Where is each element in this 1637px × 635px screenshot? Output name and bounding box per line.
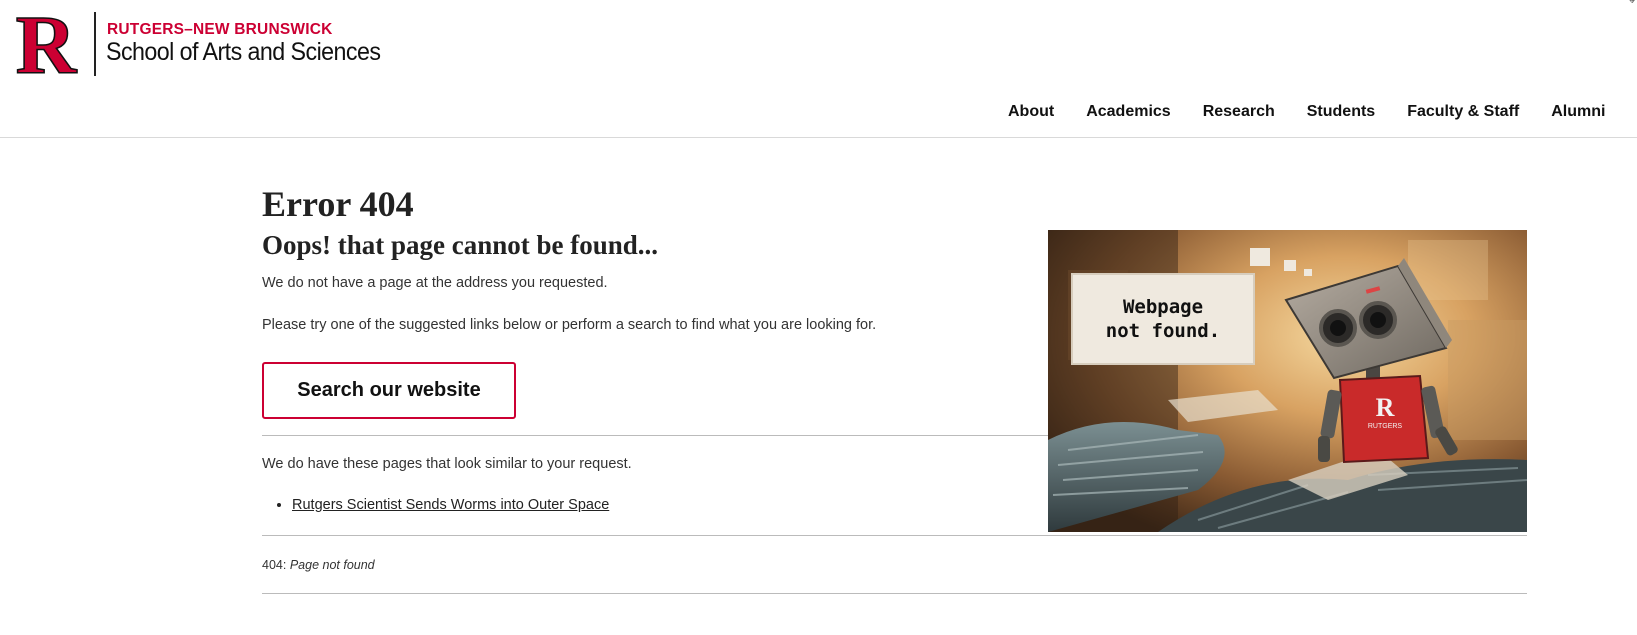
corner-icon: ⌖ bbox=[1629, 0, 1635, 7]
main-nav: About Academics Research Students Faculty & … bbox=[1008, 103, 1637, 121]
search-website-button[interactable]: Search our website bbox=[262, 362, 516, 419]
nav-item-academics[interactable]: Academics bbox=[1086, 103, 1171, 121]
rutgers-r-logo[interactable]: R bbox=[8, 9, 84, 77]
list-item: Rutgers Scientist Sends Worms into Outer… bbox=[292, 497, 609, 513]
nav-item-research[interactable]: Research bbox=[1203, 103, 1275, 121]
divider bbox=[262, 593, 1527, 594]
nav-item-students[interactable]: Students bbox=[1307, 103, 1375, 121]
logo-letter: R bbox=[16, 9, 78, 77]
nav-item-alumni[interactable]: Alumni bbox=[1551, 103, 1605, 121]
page-subtitle: Oops! that page cannot be found... bbox=[262, 230, 659, 260]
shirt-logo-letter: R bbox=[1376, 393, 1395, 422]
similar-intro-text: We do have these pages that look similar… bbox=[262, 456, 632, 472]
divider bbox=[262, 535, 1527, 536]
divider bbox=[262, 435, 1048, 436]
robot-illustration: Webpage not found. R RUTGERS bbox=[1048, 230, 1527, 532]
similar-page-link[interactable]: Rutgers Scientist Sends Worms into Outer… bbox=[292, 497, 609, 513]
bubble-line-2: not found. bbox=[1106, 320, 1220, 342]
suggestion-text: Please try one of the suggested links be… bbox=[262, 317, 877, 333]
similar-pages-list: Rutgers Scientist Sends Worms into Outer… bbox=[276, 497, 609, 513]
error-description: Page not found bbox=[289, 558, 375, 572]
shirt-logo-text: RUTGERS bbox=[1368, 423, 1403, 430]
nav-item-faculty-staff[interactable]: Faculty & Staff bbox=[1407, 103, 1519, 121]
intro-text: We do not have a page at the address you… bbox=[262, 275, 608, 291]
brand-campus[interactable]: RUTGERS–NEW BRUNSWICK bbox=[107, 21, 333, 39]
bubble-line-1: Webpage bbox=[1123, 296, 1203, 318]
site-header: R RUTGERS–NEW BRUNSWICK School of Arts a… bbox=[0, 0, 1637, 138]
error-code: 404: bbox=[262, 558, 287, 572]
brand-school-name[interactable]: School of Arts and Sciences bbox=[106, 38, 381, 67]
page-title: Error 404 bbox=[262, 184, 414, 224]
error-footer: 404: Page not found bbox=[262, 558, 375, 572]
logo-divider bbox=[94, 12, 96, 76]
nav-item-about[interactable]: About bbox=[1008, 103, 1054, 121]
